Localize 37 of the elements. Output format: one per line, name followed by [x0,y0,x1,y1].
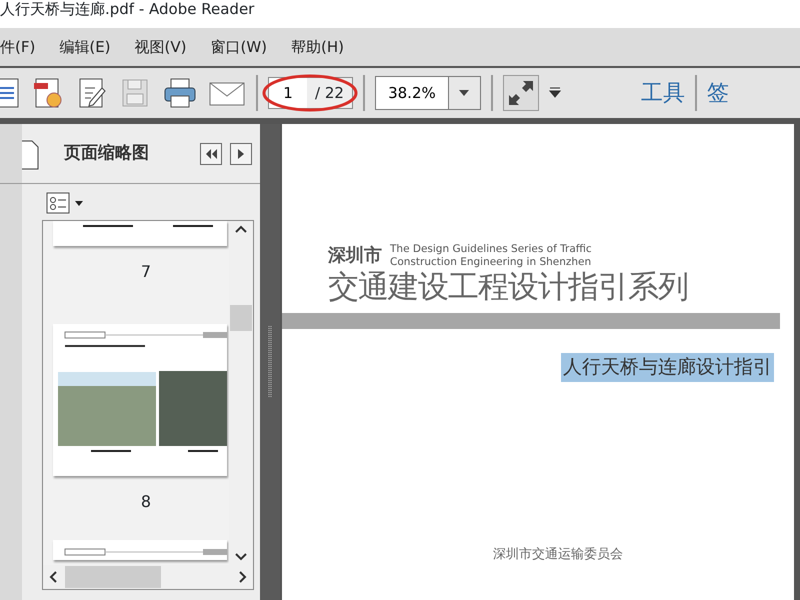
page-number-label: 8 [140,492,152,511]
document-icon[interactable] [0,76,20,110]
scroll-up-icon[interactable] [235,225,247,233]
panel-title: 页面缩略图 [64,142,149,165]
scrollbar-thumb[interactable] [230,305,252,331]
city-name: 深圳市 [328,244,382,268]
page-thumbnail[interactable] [53,221,227,246]
double-left-icon [205,148,217,158]
dropdown-icon[interactable] [548,87,561,99]
english-title-line: Construction Engineering in Shenzhen [390,256,592,269]
menu-item[interactable]: 帮助(H) [291,36,344,58]
next-button[interactable] [230,142,252,164]
scroll-down-icon[interactable] [235,553,247,561]
menu-item[interactable]: 件(F) [0,36,36,58]
right-icon [237,148,245,158]
scroll-left-icon[interactable] [49,571,57,583]
page-thumbnail[interactable] [53,540,227,560]
document-subtitle: 人行天桥与连廊设计指引 [561,353,774,382]
toolbar-label[interactable]: 签 [706,76,729,110]
menu-item[interactable]: 编辑(E) [59,36,111,58]
page-number-label: 7 [140,262,152,281]
menu-item[interactable]: 视图(V) [134,36,186,58]
menu-item[interactable]: 窗口(W) [210,36,268,58]
publisher-name: 深圳市交通运输委员会 [493,546,623,564]
english-title-line: The Design Guidelines Series of Traffic [390,243,592,256]
collapse-button[interactable] [200,142,222,164]
scroll-right-icon[interactable] [239,571,247,583]
series-title: 交通建设工程设计指引系列 [328,269,688,305]
caret-icon[interactable] [459,90,470,96]
options-icon[interactable] [46,192,84,214]
tools-button[interactable]: 工具 [640,76,685,110]
print-icon[interactable] [162,76,198,110]
page-thumbnail[interactable] [53,324,227,476]
splitter-grip-icon[interactable] [268,326,272,398]
expand-icon[interactable] [502,75,539,111]
scrollbar-thumb[interactable] [65,566,161,588]
zoom-field[interactable]: 38.2% [374,76,481,110]
